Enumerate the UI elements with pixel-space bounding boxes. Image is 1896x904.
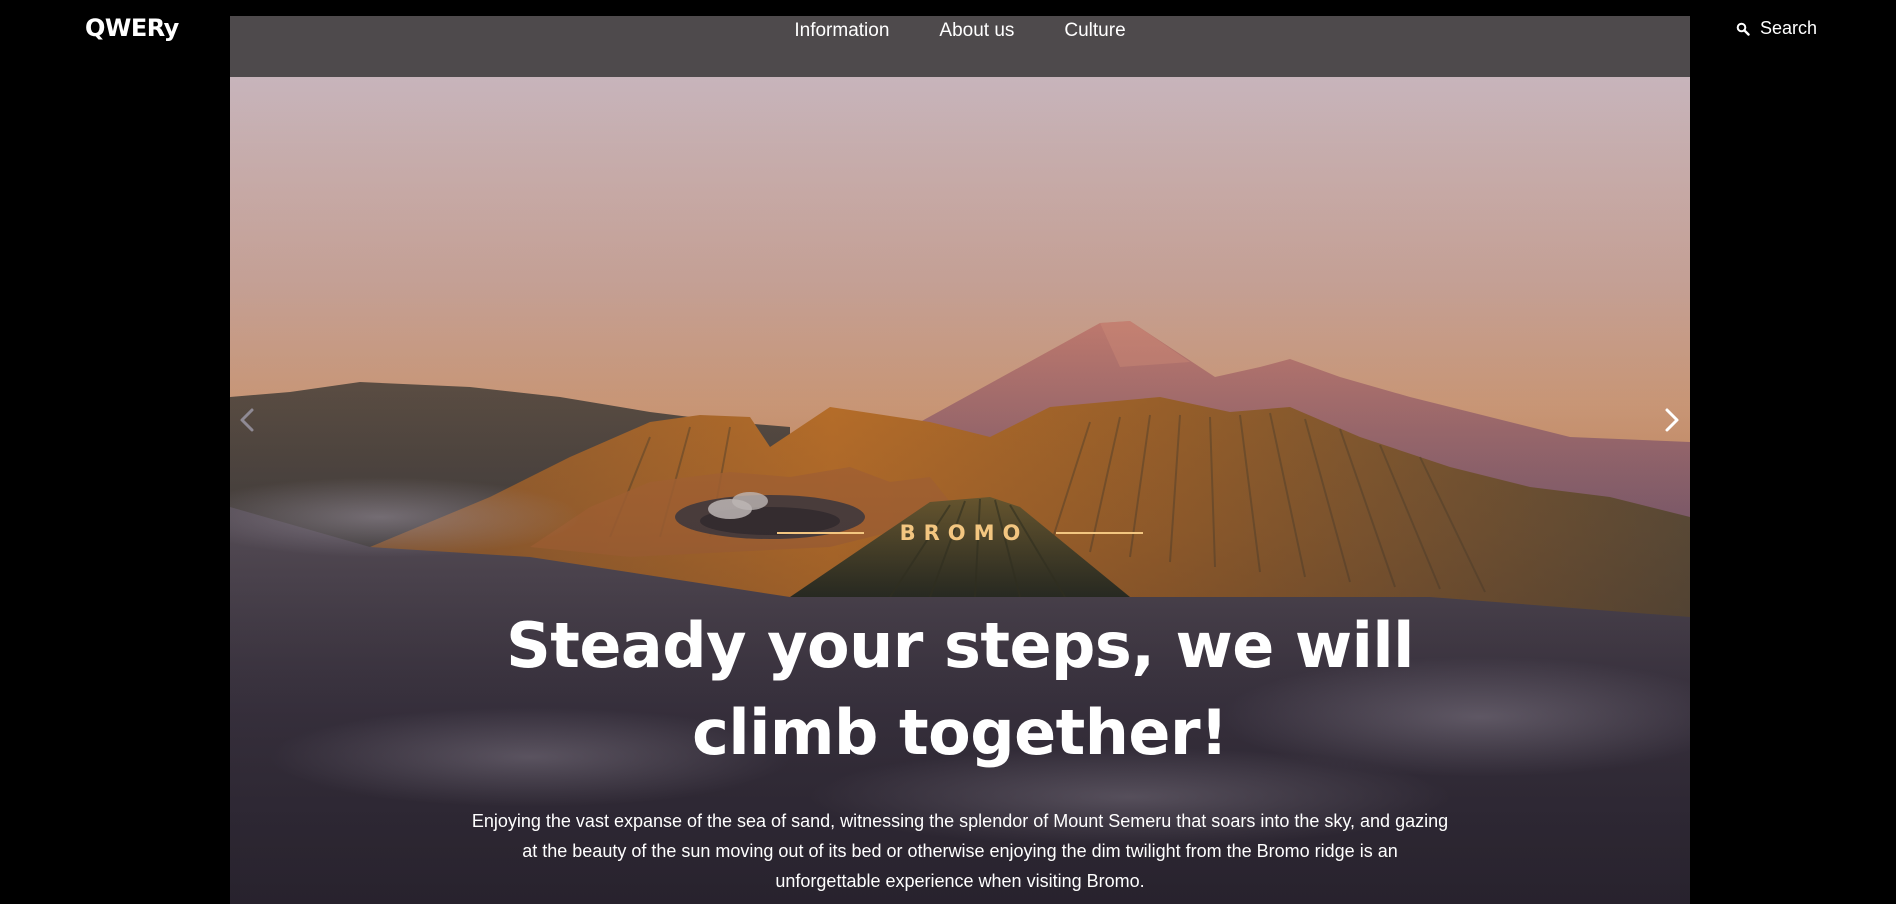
nav-item-information[interactable]: Information <box>769 19 914 43</box>
page: QWERy Search Information About us Cultur… <box>0 0 1896 904</box>
hero-slide <box>230 77 1690 904</box>
carousel-next-button[interactable] <box>1657 400 1687 440</box>
chevron-right-icon <box>1665 408 1679 432</box>
search-label: Search <box>1760 18 1818 38</box>
site-logo[interactable]: QWERy <box>85 14 179 42</box>
search-button[interactable]: Search <box>1736 18 1817 39</box>
nav-item-about-us[interactable]: About us <box>914 19 1039 43</box>
chevron-left-icon <box>240 408 254 432</box>
nav-item-culture[interactable]: Culture <box>1039 19 1150 43</box>
hero-background-image <box>230 77 1690 904</box>
hero-container: Information About us Culture <box>230 16 1690 904</box>
search-icon <box>1736 22 1750 36</box>
carousel-prev-button[interactable] <box>232 400 262 440</box>
main-nav: Information About us Culture <box>230 16 1690 77</box>
